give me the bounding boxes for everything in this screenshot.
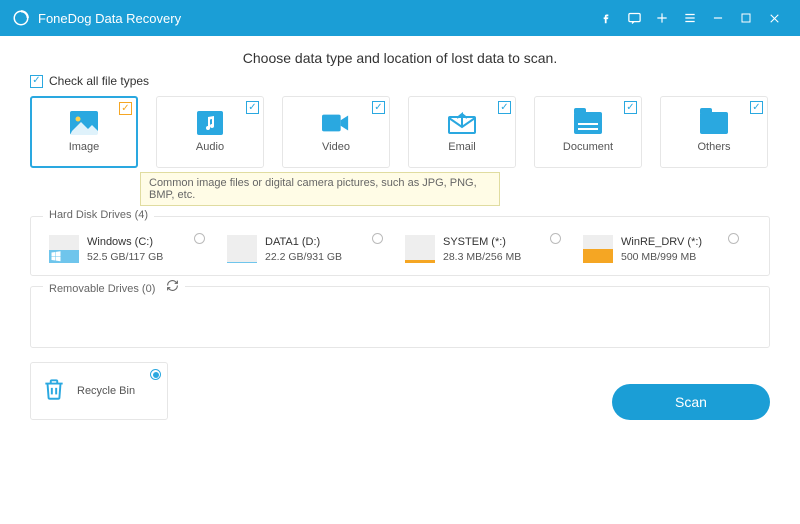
drive-item[interactable]: DATA1 (D:)22.2 GB/931 GB — [227, 235, 377, 265]
type-label: Audio — [196, 141, 224, 153]
video-icon — [322, 111, 350, 135]
type-card-image[interactable]: ✓ Image — [30, 96, 138, 168]
file-type-row: ✓ Image ✓ Audio ✓ Video ✓ Email ✓ Docume… — [30, 96, 770, 168]
audio-icon — [196, 111, 224, 135]
drive-size: 22.2 GB/931 GB — [265, 250, 342, 265]
type-label: Email — [448, 141, 476, 153]
drive-radio[interactable] — [194, 233, 205, 244]
app-logo-icon — [12, 9, 30, 27]
main-panel: Choose data type and location of lost da… — [0, 36, 800, 430]
drive-item[interactable]: WinRE_DRV (*:)500 MB/999 MB — [583, 235, 733, 265]
type-checkbox[interactable]: ✓ — [372, 101, 385, 114]
recycle-bin-card[interactable]: Recycle Bin — [30, 362, 168, 420]
type-checkbox[interactable]: ✓ — [750, 101, 763, 114]
scan-button[interactable]: Scan — [612, 384, 770, 420]
type-card-others[interactable]: ✓ Others — [660, 96, 768, 168]
drive-item[interactable]: Windows (C:)52.5 GB/117 GB — [49, 235, 199, 265]
close-icon[interactable] — [760, 4, 788, 32]
refresh-icon[interactable] — [166, 279, 179, 292]
drive-name: WinRE_DRV (*:) — [621, 235, 702, 250]
minimize-icon[interactable] — [704, 4, 732, 32]
drive-usage-icon — [405, 235, 435, 263]
trash-icon — [41, 375, 67, 408]
menu-icon[interactable] — [676, 4, 704, 32]
drive-name: Windows (C:) — [87, 235, 163, 250]
check-all-checkbox[interactable]: ✓ — [30, 75, 43, 88]
image-icon — [70, 111, 98, 135]
check-all-label: Check all file types — [49, 74, 149, 88]
facebook-icon[interactable] — [592, 4, 620, 32]
type-label: Document — [563, 141, 613, 153]
app-title: FoneDog Data Recovery — [38, 11, 592, 26]
removable-section: Removable Drives (0) — [30, 286, 770, 348]
recycle-label: Recycle Bin — [77, 385, 135, 397]
type-checkbox[interactable]: ✓ — [246, 101, 259, 114]
recycle-radio[interactable] — [150, 369, 161, 380]
type-card-video[interactable]: ✓ Video — [282, 96, 390, 168]
plus-icon[interactable] — [648, 4, 676, 32]
email-icon — [448, 111, 476, 135]
type-tooltip: Common image files or digital camera pic… — [140, 172, 500, 206]
type-card-email[interactable]: ✓ Email — [408, 96, 516, 168]
type-label: Video — [322, 141, 350, 153]
drive-radio[interactable] — [728, 233, 739, 244]
others-icon — [700, 111, 728, 135]
drive-radio[interactable] — [372, 233, 383, 244]
type-checkbox[interactable]: ✓ — [119, 102, 132, 115]
page-heading: Choose data type and location of lost da… — [30, 50, 770, 66]
titlebar: FoneDog Data Recovery — [0, 0, 800, 36]
document-icon — [574, 111, 602, 135]
drive-radio[interactable] — [550, 233, 561, 244]
drive-item[interactable]: SYSTEM (*:)28.3 MB/256 MB — [405, 235, 555, 265]
drive-size: 52.5 GB/117 GB — [87, 250, 163, 265]
drive-name: SYSTEM (*:) — [443, 235, 521, 250]
drive-size: 500 MB/999 MB — [621, 250, 702, 265]
type-label: Others — [697, 141, 730, 153]
hdd-legend: Hard Disk Drives (4) — [43, 209, 154, 221]
removable-legend: Removable Drives (0) — [43, 279, 185, 295]
type-card-document[interactable]: ✓ Document — [534, 96, 642, 168]
type-card-audio[interactable]: ✓ Audio — [156, 96, 264, 168]
drive-usage-icon — [49, 235, 79, 263]
type-label: Image — [69, 141, 100, 153]
drive-name: DATA1 (D:) — [265, 235, 342, 250]
drive-usage-icon — [227, 235, 257, 263]
drive-size: 28.3 MB/256 MB — [443, 250, 521, 265]
type-checkbox[interactable]: ✓ — [624, 101, 637, 114]
hdd-section: Hard Disk Drives (4) Windows (C:)52.5 GB… — [30, 216, 770, 276]
type-checkbox[interactable]: ✓ — [498, 101, 511, 114]
drive-usage-icon — [583, 235, 613, 263]
check-all-row[interactable]: ✓ Check all file types — [30, 74, 770, 88]
maximize-icon[interactable] — [732, 4, 760, 32]
bottom-row: Recycle Bin Scan — [30, 362, 770, 420]
feedback-icon[interactable] — [620, 4, 648, 32]
